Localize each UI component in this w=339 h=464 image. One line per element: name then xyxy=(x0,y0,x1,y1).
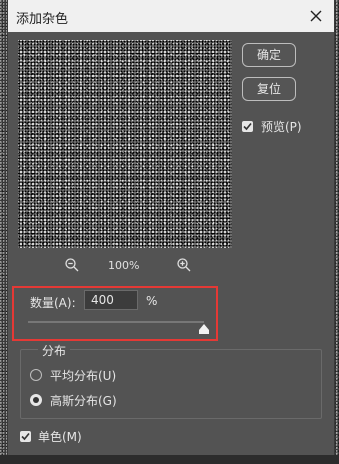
zoom-out-button[interactable] xyxy=(64,257,80,273)
zoom-in-button[interactable] xyxy=(176,257,192,273)
amount-input[interactable] xyxy=(84,290,138,310)
preview-checkbox[interactable] xyxy=(242,121,253,132)
zoom-controls: 100% xyxy=(64,257,194,275)
monochrome-label[interactable]: 单色(M) xyxy=(38,428,82,445)
distribution-title: 分布 xyxy=(38,342,71,359)
gaussian-label[interactable]: 高斯分布(G) xyxy=(50,392,117,409)
checkmark-icon xyxy=(243,122,252,131)
close-button[interactable] xyxy=(304,4,328,28)
uniform-radio[interactable] xyxy=(30,369,42,381)
zoom-level: 100% xyxy=(108,259,140,272)
preview-label[interactable]: 预览(P) xyxy=(261,118,302,135)
uniform-label[interactable]: 平均分布(U) xyxy=(50,367,116,384)
amount-slider-thumb[interactable] xyxy=(198,323,210,334)
ok-button[interactable]: 确定 xyxy=(242,43,296,67)
title-bar: 添加杂色 xyxy=(8,0,334,32)
zoom-out-icon xyxy=(65,258,79,272)
amount-slider-track[interactable] xyxy=(28,321,204,323)
slider-thumb-icon xyxy=(199,324,209,334)
checkmark-icon xyxy=(21,432,30,441)
zoom-in-icon xyxy=(177,258,191,272)
canvas-bottom-strip xyxy=(0,455,339,464)
amount-unit: % xyxy=(146,294,158,308)
monochrome-checkbox[interactable] xyxy=(20,431,31,442)
amount-label: 数量(A): xyxy=(30,296,76,310)
gaussian-radio[interactable] xyxy=(30,394,42,406)
noise-preview[interactable] xyxy=(18,40,232,248)
dialog-title: 添加杂色 xyxy=(16,12,69,27)
close-icon xyxy=(310,10,322,22)
reset-button[interactable]: 复位 xyxy=(242,77,296,101)
add-noise-dialog: 添加杂色 确定 复位 预览(P) 100% 数量(A): 400 % 分布 平均… xyxy=(8,0,334,464)
